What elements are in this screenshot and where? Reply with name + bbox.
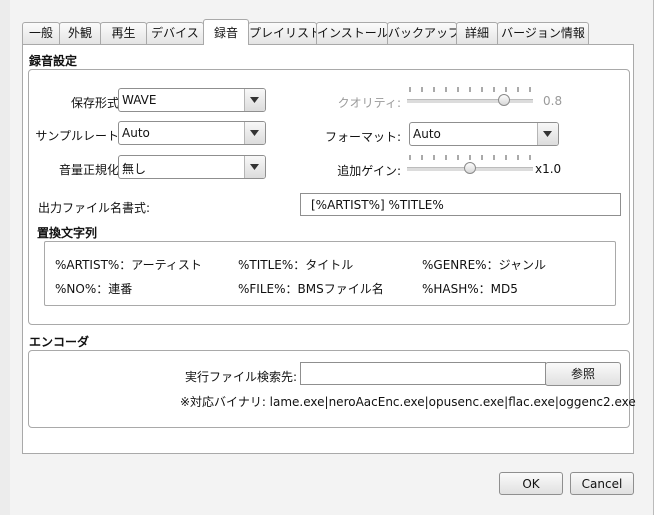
browse-button[interactable]: 参照	[545, 362, 621, 386]
gain-slider[interactable]	[407, 155, 533, 179]
recording-settings-group: 保存形式: WAVE サンプルレート: Auto 音量正規化: 無し クオリティ…	[28, 69, 630, 325]
settings-dialog: 一般 外観 再生 デバイス 録音 プレイリスト インストール バックアップ 詳細…	[0, 0, 654, 515]
output-name-field[interactable]: [%ARTIST%] %TITLE%	[300, 193, 621, 216]
save-format-value: WAVE	[122, 93, 157, 107]
tab-device[interactable]: デバイス	[146, 22, 204, 44]
normalize-label: 音量正規化:	[58, 163, 123, 177]
slider-track	[407, 99, 533, 103]
gain-label: 追加ゲイン:	[337, 164, 401, 178]
replace-item: %FILE%：BMSファイル名	[238, 282, 384, 296]
slider-thumb[interactable]	[498, 94, 510, 106]
chevron-down-icon	[244, 122, 265, 144]
replace-title: 置換文字列	[37, 226, 98, 240]
replace-item: %ARTIST%：アーティスト	[55, 258, 202, 272]
tab-playback[interactable]: 再生	[100, 22, 147, 44]
tab-recording[interactable]: 録音	[203, 19, 249, 45]
tab-version[interactable]: バージョン情報	[497, 22, 589, 44]
normalize-select[interactable]: 無し	[118, 155, 266, 179]
encoder-section-title: エンコーダ	[29, 335, 90, 349]
chevron-down-icon	[537, 123, 558, 145]
sample-rate-select[interactable]: Auto	[118, 121, 266, 145]
output-name-value: [%ARTIST%] %TITLE%	[311, 198, 444, 212]
ok-button[interactable]: OK	[499, 472, 563, 495]
output-name-label: 出力ファイル名書式:	[38, 201, 151, 215]
recording-section-title: 録音設定	[29, 54, 78, 68]
slider-ticks	[409, 87, 531, 92]
slider-thumb[interactable]	[464, 162, 476, 174]
replace-item: %GENRE%：ジャンル	[422, 258, 546, 272]
tab-appearance[interactable]: 外観	[59, 22, 101, 44]
format-value: Auto	[413, 127, 441, 141]
sample-rate-value: Auto	[122, 126, 150, 140]
tab-general[interactable]: 一般	[22, 22, 60, 44]
supported-binaries-note: ※対応バイナリ: lame.exe|neroAacEnc.exe|opusenc…	[180, 395, 636, 409]
tab-playlist[interactable]: プレイリスト	[248, 22, 321, 44]
exe-path-label: 実行ファイル検索先:	[184, 370, 297, 384]
background-edge	[0, 0, 10, 515]
save-format-select[interactable]: WAVE	[118, 88, 266, 112]
gain-value: x1.0	[535, 162, 562, 176]
tab-backup[interactable]: バックアップ	[387, 22, 460, 44]
replace-item: %TITLE%：タイトル	[238, 258, 354, 272]
quality-value: 0.8	[543, 94, 563, 108]
slider-ticks	[409, 155, 531, 160]
tab-install[interactable]: インストール	[316, 22, 389, 44]
replace-list: %ARTIST%：アーティスト %TITLE%：タイトル %GENRE%：ジャン…	[44, 241, 616, 306]
save-format-label: 保存形式:	[70, 96, 123, 110]
tab-details[interactable]: 詳細	[456, 22, 498, 44]
chevron-down-icon	[244, 156, 265, 178]
chevron-down-icon	[244, 89, 265, 111]
format-select[interactable]: Auto	[409, 122, 559, 146]
replace-item: %NO%：連番	[55, 282, 133, 296]
format-label: フォーマット:	[324, 130, 401, 144]
normalize-value: 無し	[122, 162, 147, 176]
tab-panel-recording: 録音設定 保存形式: WAVE サンプルレート: Auto 音量正規化: 無し …	[22, 44, 636, 454]
quality-slider[interactable]	[407, 87, 533, 111]
exe-path-field[interactable]	[300, 362, 546, 385]
quality-label: クオリティ:	[337, 96, 401, 110]
cancel-button[interactable]: Cancel	[570, 472, 634, 495]
sample-rate-label: サンプルレート:	[35, 129, 123, 143]
encoder-group: 実行ファイル検索先: 参照 ※対応バイナリ: lame.exe|neroAacE…	[28, 350, 636, 428]
replace-item: %HASH%：MD5	[422, 282, 518, 296]
